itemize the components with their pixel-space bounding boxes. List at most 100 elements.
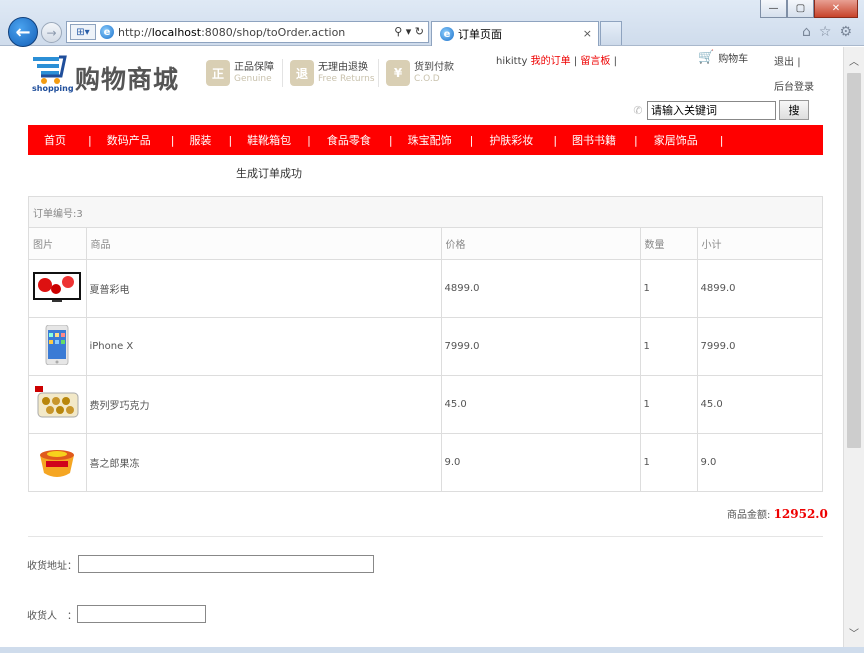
product-subtotal: 7999.0 [697, 317, 822, 376]
feature-subtitle: Genuine [234, 73, 272, 84]
order-table-box: 订单编号:3 图片 商品 价格 数量 小计 夏普彩电 4899.0 1 4899… [28, 196, 823, 492]
maximize-button[interactable]: ▢ [787, 0, 814, 18]
cart-label: 购物车 [718, 54, 749, 65]
product-subtotal: 9.0 [700, 456, 717, 468]
nav-separator: | [228, 133, 233, 147]
settings-gear-icon[interactable]: ⚙ [839, 24, 852, 40]
logout-link-wrap: 退出 | [774, 53, 801, 68]
feature-title: 正品保障 [234, 61, 274, 73]
chocolate-product-image[interactable] [32, 383, 82, 423]
message-board-link[interactable]: 留言板 [580, 56, 610, 67]
nav-separator: | [307, 133, 311, 147]
address-input[interactable] [78, 555, 374, 573]
jelly-product-image[interactable] [32, 441, 82, 481]
address-bar[interactable]: ⊞▾ e http://localhost:8080/shop/toOrder.… [66, 21, 429, 43]
receiver-input[interactable] [77, 605, 206, 623]
order-success-message: 生成订单成功 [236, 167, 302, 180]
nav-item-jewelry[interactable]: 珠宝配饰 [408, 132, 452, 148]
search-button[interactable]: 搜 [779, 100, 809, 120]
total-amount: 12952.0 [773, 507, 828, 521]
product-price: 9.0 [441, 433, 641, 491]
ie-page-icon: e [100, 25, 114, 39]
divider [28, 536, 823, 537]
nav-separator: | [634, 133, 638, 147]
category-nav: 首页 | 数码产品 | 服装 | 鞋靴箱包 | 食品零食 | 珠宝配饰 | 护肤… [28, 125, 823, 155]
nav-separator: | [170, 133, 175, 147]
home-icon[interactable]: ⌂ [802, 24, 811, 40]
back-button[interactable]: ← [8, 17, 38, 47]
table-row: 喜之郎果冻 9.0 1 9.0 [29, 433, 822, 491]
web-page: 购物商城 shopping 正 正品保障 Genuine 退 无理由退换 Free … [0, 47, 843, 647]
nav-item-cosmetics[interactable]: 护肤彩妆 [489, 132, 533, 148]
column-header-image: 图片 [29, 228, 87, 260]
column-header-subtotal: 小计 [697, 228, 822, 260]
tab-title: 订单页面 [458, 28, 502, 41]
product-name: 费列罗巧克力 [86, 375, 442, 434]
order-total: 商品金额: 12952.0 [727, 506, 828, 521]
separator: | [573, 56, 578, 67]
product-price: 7999.0 [441, 317, 641, 376]
new-tab-button[interactable] [600, 21, 622, 45]
column-header-product: 商品 [86, 228, 442, 260]
nav-item-shoes-bags[interactable]: 鞋靴箱包 [247, 132, 291, 148]
logo-title: 购物商城 [75, 65, 180, 94]
nav-item-clothing[interactable]: 服装 [189, 132, 211, 148]
cart-link[interactable]: 🛒 购物车 [698, 50, 748, 65]
product-quantity: 1 [640, 375, 698, 434]
product-subtotal: 45.0 [697, 375, 822, 434]
tv-product-image[interactable] [32, 267, 82, 307]
nav-separator: | [469, 133, 474, 147]
cod-badge-icon: ¥ [386, 60, 410, 86]
tab-close-icon[interactable]: × [583, 27, 592, 40]
browser-chrome: — ▢ ✕ ← → ⊞▾ e http://localhost:8080/sho… [0, 0, 864, 47]
column-header-quantity: 数量 [640, 228, 698, 260]
favorites-star-icon[interactable]: ☆ [819, 24, 832, 40]
nav-item-home-decor[interactable]: 家居饰品 [654, 132, 698, 148]
nav-separator: | [719, 133, 724, 147]
phone-icon: ✆ [633, 103, 643, 117]
scrollbar-thumb[interactable] [847, 73, 861, 448]
forward-button[interactable]: → [41, 22, 62, 43]
receiver-label: 收货人 ： [27, 611, 77, 622]
genuine-badge-icon: 正 [206, 60, 230, 86]
window-controls: — ▢ ✕ [760, 0, 858, 18]
product-quantity: 1 [640, 259, 698, 318]
admin-login-link[interactable]: 后台登录 [774, 78, 814, 93]
url-text[interactable]: http://localhost:8080/shop/toOrder.actio… [118, 26, 345, 39]
feature-returns: 退 无理由退换 Free Returns [290, 59, 375, 87]
vertical-scrollbar[interactable]: ︿ ﹀ [843, 47, 864, 647]
address-label: 收货地址： [27, 561, 77, 572]
nav-item-home[interactable]: 首页 [44, 132, 66, 148]
minimize-button[interactable]: — [760, 0, 787, 18]
product-quantity: 1 [640, 433, 698, 491]
nav-separator: | [88, 133, 92, 147]
nav-item-books[interactable]: 图书书籍 [572, 132, 616, 148]
feature-subtitle: Free Returns [318, 73, 375, 84]
iphone-product-image[interactable] [32, 324, 82, 365]
total-label: 商品金额: [727, 510, 771, 521]
feature-subtitle: C.O.D [414, 73, 440, 84]
feature-cod: ¥ 货到付款 C.O.D [386, 59, 454, 87]
scroll-up-icon[interactable]: ︿ [844, 51, 864, 69]
compatibility-view-icon[interactable]: ⊞▾ [70, 24, 96, 40]
close-window-button[interactable]: ✕ [814, 0, 858, 18]
product-image-cell [29, 317, 87, 376]
search-input[interactable]: 请输入关键词 [647, 100, 776, 120]
logout-link[interactable]: 退出 [774, 57, 794, 68]
scroll-down-icon[interactable]: ﹀ [844, 623, 864, 641]
nav-item-digital[interactable]: 数码产品 [107, 132, 151, 148]
address-tools[interactable]: ⚲ ▾ ↻ [394, 25, 424, 38]
separator: | [797, 57, 801, 68]
user-links: hikitty 我的订单 | 留言板 | [496, 52, 617, 67]
product-price: 45.0 [441, 375, 641, 434]
site-logo[interactable]: 购物商城 shopping [32, 54, 182, 94]
arrow-left-icon: ← [15, 21, 31, 43]
arrow-right-icon: → [46, 25, 57, 40]
order-items-table: 图片 商品 价格 数量 小计 夏普彩电 4899.0 1 4899.0 iPho… [29, 228, 822, 491]
nav-item-food[interactable]: 食品零食 [327, 132, 371, 148]
tab-order-page[interactable]: e 订单页面 × [431, 21, 599, 46]
username: hikitty [496, 56, 528, 67]
product-name: 夏普彩电 [86, 259, 442, 318]
table-row: iPhone X 7999.0 1 7999.0 [29, 317, 822, 376]
my-orders-link[interactable]: 我的订单 [531, 56, 571, 67]
